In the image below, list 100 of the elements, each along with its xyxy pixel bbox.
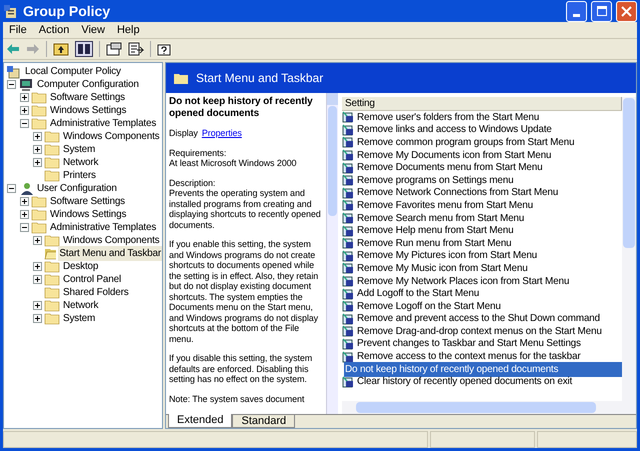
folder-icon	[31, 117, 47, 130]
tree-item[interactable]: Printers	[62, 168, 97, 183]
expand-icon[interactable]	[20, 210, 29, 219]
folder-icon	[44, 299, 60, 312]
tree-item[interactable]: System	[62, 142, 96, 157]
setting-icon	[342, 149, 354, 162]
tab[interactable]: Extended	[168, 414, 232, 428]
expand-icon[interactable]	[33, 262, 42, 271]
setting-icon	[342, 338, 354, 350]
menu-item[interactable]: Action	[32, 22, 76, 38]
collapse-icon[interactable]	[7, 184, 16, 193]
folder-icon	[44, 156, 60, 169]
tree-item[interactable]: Administrative Templates	[49, 116, 158, 131]
display-label: Display	[169, 128, 198, 138]
folder-icon	[44, 247, 56, 260]
setting-row[interactable]: Prevent changes to Taskbar and Start Menu Settings	[356, 336, 581, 352]
setting-row[interactable]: Remove Run menu from Start Menu	[356, 236, 512, 251]
setting-row[interactable]: Remove Help menu from Start Menu	[356, 223, 514, 238]
tree-item[interactable]: Desktop	[62, 259, 100, 274]
tree-item[interactable]: Network	[62, 298, 100, 313]
folder-up-icon[interactable]	[53, 42, 69, 56]
expand-icon[interactable]	[33, 275, 42, 284]
setting-row[interactable]: Remove Logoff on the Start Menu	[356, 298, 501, 314]
setting-icon	[342, 250, 354, 262]
expand-icon[interactable]	[33, 132, 42, 141]
setting-row[interactable]: Remove user's folders from the Start Menu	[356, 110, 540, 125]
expand-icon[interactable]	[33, 158, 42, 167]
description-title: Do not keep history of recently opened documents	[169, 96, 314, 120]
setting-row[interactable]: Remove access to the context menus for the taskbar	[356, 349, 580, 364]
panel-toggle-icon[interactable]	[75, 41, 93, 57]
tree-item[interactable]: Start Menu and Taskbar	[58, 246, 162, 261]
export-list-icon[interactable]	[128, 42, 144, 56]
tree-item[interactable]: Control Panel	[62, 272, 122, 287]
tree-item[interactable]: System	[62, 311, 96, 326]
expand-icon[interactable]	[33, 145, 42, 154]
setting-icon	[342, 312, 354, 325]
tree-item[interactable]: Windows Components	[62, 233, 160, 248]
tree-item[interactable]: Software Settings	[49, 90, 126, 105]
tab[interactable]: Standard	[232, 415, 296, 428]
setting-row[interactable]: Remove common program groups from Start Menu	[356, 134, 574, 150]
menu-item[interactable]: View	[75, 22, 111, 38]
horizontal-scrollbar[interactable]	[342, 401, 636, 414]
setting-icon	[342, 174, 354, 186]
close-button[interactable]	[616, 0, 637, 22]
minimize-button[interactable]	[566, 0, 587, 22]
setting-row[interactable]: Clear history of recently opened documents on exit	[356, 374, 572, 390]
setting-row[interactable]: Remove My Network Places icon from Start Menu	[356, 274, 570, 289]
setting-row[interactable]: Remove My Pictures icon from Start Menu	[356, 248, 538, 264]
expand-icon[interactable]	[20, 106, 29, 115]
tree-item[interactable]: Network	[62, 155, 100, 170]
expand-icon[interactable]	[20, 93, 29, 102]
setting-row[interactable]: Do not keep history of recently opened documents	[344, 362, 622, 377]
folder-icon	[31, 91, 47, 104]
setting-icon	[342, 212, 354, 224]
tree-item[interactable]: Windows Settings	[49, 207, 128, 222]
tree-item[interactable]: Local Computer Policy	[24, 64, 122, 79]
setting-row[interactable]: Remove links and access to Windows Update	[356, 122, 552, 138]
expand-icon[interactable]	[33, 301, 42, 310]
window-title: Group Policy	[23, 2, 110, 21]
menu-item[interactable]: Help	[110, 22, 146, 38]
setting-row[interactable]: Remove Documents menu from Start Menu	[356, 160, 542, 176]
setting-row[interactable]: Remove My Music icon from Start Menu	[356, 260, 528, 276]
collapse-icon[interactable]	[20, 119, 29, 128]
setting-icon	[342, 376, 354, 388]
description-text: Requirements: At least Microsoft Windows 2000	[169, 148, 298, 168]
setting-icon	[342, 237, 354, 250]
scrollbar[interactable]	[622, 97, 636, 401]
expand-icon[interactable]	[33, 314, 42, 323]
expand-icon[interactable]	[33, 236, 42, 245]
help-icon[interactable]	[157, 42, 173, 56]
menu-item[interactable]: File	[3, 22, 33, 38]
setting-row[interactable]: Remove Search menu from Start Menu	[356, 210, 524, 226]
folder-icon	[31, 104, 47, 117]
collapse-icon[interactable]	[20, 223, 29, 232]
folder-icon	[174, 72, 188, 84]
tree-item[interactable]: Administrative Templates	[49, 220, 158, 235]
collapse-icon[interactable]	[7, 80, 16, 89]
tree-item[interactable]: Shared Folders	[62, 285, 130, 300]
folder-icon	[44, 260, 60, 273]
folder-icon	[31, 208, 47, 221]
tree-item[interactable]: Windows Settings	[49, 103, 128, 118]
tree-item[interactable]: User Configuration	[36, 181, 118, 196]
tree-item[interactable]: Windows Components	[62, 129, 160, 144]
setting-row[interactable]: Remove Network Connections from Start Menu	[356, 185, 558, 200]
setting-row[interactable]: Add Logoff to the Start Menu	[356, 286, 480, 302]
expand-icon[interactable]	[20, 197, 29, 206]
setting-row[interactable]: Remove and prevent access to the Shut Down command	[356, 311, 600, 326]
tree-item[interactable]: Software Settings	[49, 194, 126, 209]
setting-icon	[342, 224, 354, 237]
setting-row[interactable]: Remove Drag-and-drop context menus on the Start Menu	[356, 324, 602, 339]
maximize-button[interactable]	[591, 0, 612, 22]
properties-link[interactable]: Properties	[202, 128, 242, 138]
setting-icon	[342, 262, 354, 274]
setting-row[interactable]: Remove Favorites menu from Start Menu	[356, 198, 533, 213]
tree-item[interactable]: Computer Configuration	[36, 77, 140, 92]
properties-icon[interactable]	[106, 42, 122, 56]
scrollbar[interactable]	[326, 93, 338, 414]
setting-icon	[342, 275, 354, 288]
setting-row[interactable]: Remove My Documents icon from Start Menu	[356, 148, 552, 163]
setting-row[interactable]: Remove programs on Settings menu	[356, 172, 514, 188]
